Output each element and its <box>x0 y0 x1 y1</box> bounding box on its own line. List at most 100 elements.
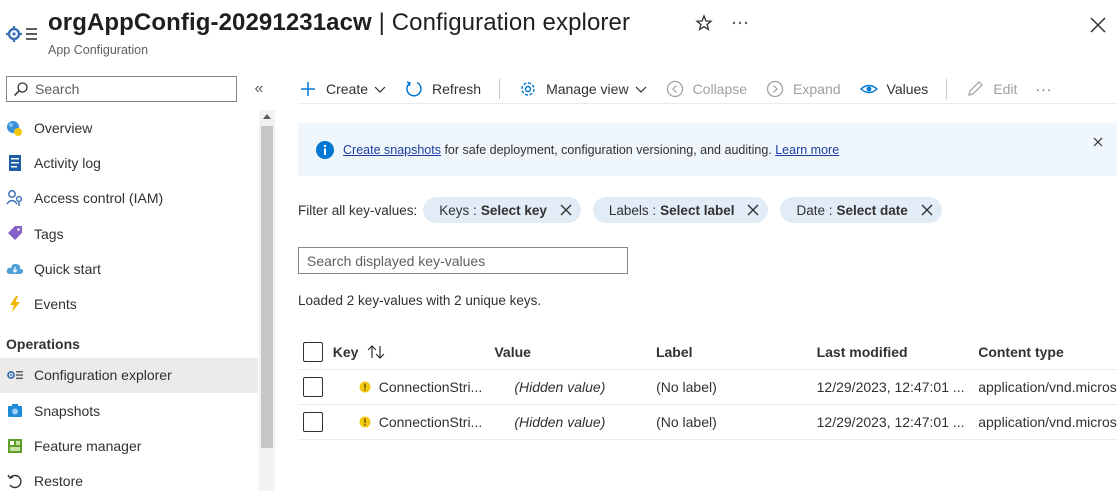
row-checkbox[interactable] <box>303 377 323 397</box>
sidebar-item-access-control[interactable]: Access control (IAM) <box>0 181 258 216</box>
learn-more-link[interactable]: Learn more <box>775 143 839 157</box>
sidebar-item-quick-start[interactable]: Quick start <box>0 251 258 286</box>
sidebar-item-tags[interactable]: Tags <box>0 216 258 251</box>
favorite-star-icon[interactable] <box>694 13 714 33</box>
create-snapshots-link[interactable]: Create snapshots <box>343 143 441 157</box>
scrollbar-thumb[interactable] <box>261 126 273 448</box>
key-values-search-input[interactable] <box>307 252 617 269</box>
pill-name: Date : <box>796 202 833 218</box>
feature-manager-icon <box>6 437 24 455</box>
remove-filter-icon[interactable] <box>559 203 573 217</box>
refresh-button[interactable]: Refresh <box>404 79 481 99</box>
gear-icon <box>518 79 538 99</box>
label-cell: (No label) <box>656 379 717 395</box>
table-row[interactable]: ConnectionStri... (Hidden value) (No lab… <box>298 370 1117 405</box>
table-header: Key Value Label Last modified Content ty… <box>298 334 1117 370</box>
resource-menu: « Overview Activity log Access control (… <box>0 68 278 491</box>
more-options-icon[interactable] <box>730 13 750 33</box>
sidebar-item-label: Feature manager <box>34 438 142 455</box>
app-configuration-icon <box>6 26 37 42</box>
create-button[interactable]: Create <box>298 79 386 99</box>
sidebar-item-restore[interactable]: Restore <box>0 464 258 491</box>
key-values-search-box[interactable] <box>298 247 628 274</box>
date-filter-pill[interactable]: Date : Select date <box>780 197 942 223</box>
last-modified-cell: 12/29/2023, 12:47:01 ... <box>816 414 965 430</box>
column-header-key[interactable]: Key <box>333 344 495 360</box>
column-header-content-type[interactable]: Content type <box>978 344 1117 360</box>
sidebar-item-activity-log[interactable]: Activity log <box>0 145 258 180</box>
sidebar-item-label: Tags <box>34 225 64 242</box>
overview-icon <box>6 119 24 137</box>
more-icon: ··· <box>1035 80 1053 97</box>
pill-name: Keys : <box>439 202 477 218</box>
sidebar-item-events[interactable]: Events <box>0 286 258 321</box>
plus-icon <box>298 79 318 99</box>
cloud-icon <box>6 260 24 278</box>
row-checkbox-cell <box>298 377 333 397</box>
sidebar-item-label: Configuration explorer <box>34 367 172 384</box>
menu-search-input[interactable] <box>35 81 225 97</box>
sort-icon[interactable] <box>366 344 386 360</box>
remove-filter-icon[interactable] <box>746 203 760 217</box>
values-label: Values <box>886 80 929 97</box>
create-label: Create <box>326 80 369 97</box>
content-type-cell: application/vnd.microsoft <box>978 379 1117 395</box>
eye-icon <box>859 79 879 99</box>
info-banner: Create snapshots for safe deployment, co… <box>298 123 1117 176</box>
column-header-last-modified[interactable]: Last modified <box>817 344 979 360</box>
chevron-down-icon <box>635 86 646 93</box>
collapse-menu-button[interactable]: « <box>250 80 268 98</box>
refresh-label: Refresh <box>432 80 482 97</box>
row-checkbox-cell <box>298 412 333 432</box>
toolbar-more-button[interactable]: ··· <box>1035 81 1052 97</box>
collapse-circle-icon <box>665 79 685 99</box>
sidebar-item-feature-manager[interactable]: Feature manager <box>0 428 258 463</box>
content-type-cell: application/vnd.microsoft <box>978 414 1117 430</box>
expand-button[interactable]: Expand <box>765 79 841 99</box>
menu-search-box[interactable] <box>6 76 237 102</box>
sidebar-item-snapshots[interactable]: Snapshots <box>0 393 258 428</box>
manage-view-label: Manage view <box>546 80 629 97</box>
scroll-up-arrow[interactable] <box>263 114 271 119</box>
filter-row: Filter all key-values: Keys : Select key … <box>298 196 954 224</box>
sidebar-item-label: Quick start <box>34 260 101 277</box>
select-all-checkbox[interactable] <box>303 341 323 362</box>
key-cell[interactable]: ConnectionStri... <box>333 414 495 430</box>
value-cell: (Hidden value) <box>514 379 606 395</box>
manage-view-button[interactable]: Manage view <box>518 79 647 99</box>
sidebar-item-overview[interactable]: Overview <box>0 110 258 145</box>
restore-icon <box>6 472 24 490</box>
resource-type-subtitle: App Configuration <box>48 43 149 57</box>
table-row[interactable]: ConnectionStri... (Hidden value) (No lab… <box>298 405 1117 440</box>
row-checkbox[interactable] <box>303 412 323 432</box>
chevron-down-icon <box>374 86 386 93</box>
menu-scrollbar[interactable] <box>259 110 275 491</box>
key-cell[interactable]: ConnectionStri... <box>333 379 495 395</box>
pill-value: Select key <box>480 202 547 218</box>
blade-title: Configuration explorer <box>391 9 631 36</box>
resource-name: orgAppConfig-20291231acw <box>48 9 372 36</box>
expand-circle-icon <box>765 79 785 99</box>
values-button[interactable]: Values <box>859 79 929 99</box>
column-header-value[interactable]: Value <box>494 344 656 360</box>
sidebar-item-label: Restore <box>34 473 84 490</box>
column-header-label[interactable]: Label <box>656 344 817 360</box>
collapse-button[interactable]: Collapse <box>665 79 747 99</box>
iam-icon <box>6 189 24 207</box>
edit-button[interactable]: Edit <box>965 79 1017 99</box>
section-header-operations: Operations <box>6 335 80 352</box>
dismiss-banner-icon[interactable] <box>1091 135 1105 149</box>
edit-label: Edit <box>993 80 1018 97</box>
sidebar-item-configuration-explorer[interactable]: Configuration explorer <box>0 357 258 394</box>
value-cell: (Hidden value) <box>514 414 606 430</box>
expand-label: Expand <box>793 80 841 97</box>
remove-filter-icon[interactable] <box>920 203 934 217</box>
labels-filter-pill[interactable]: Labels : Select label <box>592 197 769 223</box>
pill-value: Select date <box>836 202 908 218</box>
key-values-table: Key Value Label Last modified Content ty… <box>298 334 1117 440</box>
filter-label: Filter all key-values: <box>298 202 418 218</box>
keys-filter-pill[interactable]: Keys : Select key <box>423 197 581 223</box>
close-blade-icon[interactable] <box>1087 14 1109 36</box>
sidebar-item-label: Overview <box>34 119 93 136</box>
collapse-label: Collapse <box>692 80 748 97</box>
